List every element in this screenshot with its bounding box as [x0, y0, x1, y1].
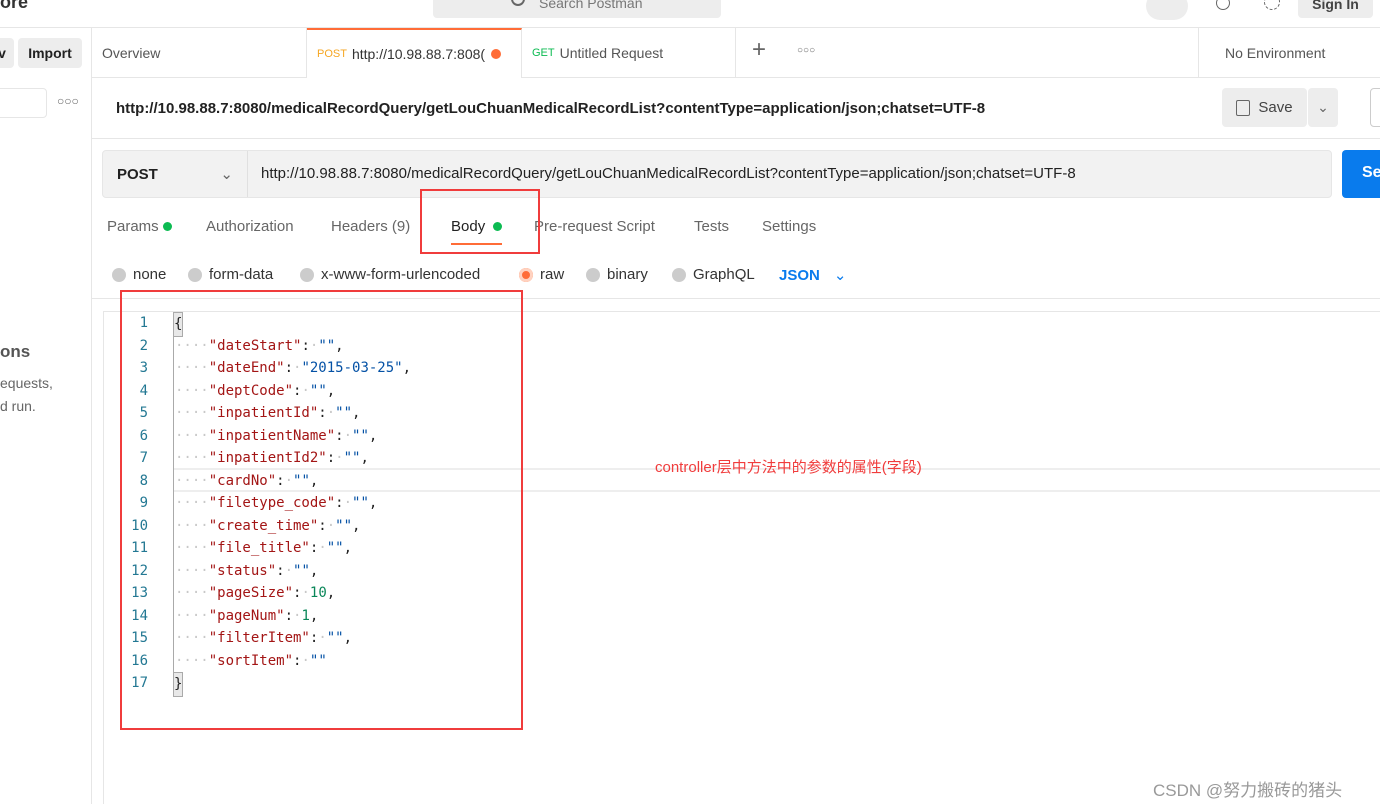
sidebar-filter-input[interactable]: [0, 88, 47, 118]
tab-pre-request-script[interactable]: Pre-request Script: [534, 218, 655, 235]
annotation-box-code: [120, 290, 523, 730]
more-tabs-icon[interactable]: ○○○: [797, 45, 815, 56]
tab-settings[interactable]: Settings: [762, 218, 816, 235]
tab-overview[interactable]: Overview: [92, 28, 307, 78]
url-input[interactable]: http://10.98.88.7:8080/medicalRecordQuer…: [261, 165, 1076, 182]
code-button[interactable]: [1370, 88, 1380, 127]
radio-form-data[interactable]: form-data: [188, 266, 273, 283]
save-dropdown-chevron-icon[interactable]: ⌄: [1308, 88, 1338, 127]
more-options-icon[interactable]: ○○○: [57, 94, 79, 108]
request-bar: POST ⌄ http://10.98.88.7:8080/medicalRec…: [102, 150, 1332, 198]
annotation-text: controller层中方法中的参数的属性(字段): [655, 459, 922, 476]
watermark: CSDN @努力搬砖的猪头: [1153, 781, 1343, 800]
tab-params[interactable]: Params: [107, 218, 172, 235]
radio-raw[interactable]: raw: [519, 266, 564, 283]
tab-bar: Overview POST http://10.98.88.7:808( GET…: [92, 28, 1380, 78]
sign-in-button[interactable]: Sign In: [1298, 0, 1373, 18]
request-header: http://10.98.88.7:8080/medicalRecordQuer…: [92, 78, 1380, 139]
tab-post-request[interactable]: POST http://10.98.88.7:808(: [307, 28, 522, 78]
moon-icon[interactable]: [1216, 0, 1230, 10]
chat-icon[interactable]: [1146, 0, 1188, 20]
unsaved-dot: [491, 49, 502, 59]
annotation-box-body: [420, 189, 540, 254]
chevron-down-icon: ⌄: [833, 267, 847, 284]
gear-icon[interactable]: [1264, 0, 1280, 10]
tab-headers[interactable]: Headers (9): [331, 218, 410, 235]
status-dot: [162, 222, 172, 231]
chevron-down-icon: ⌄: [220, 166, 233, 183]
radio-none[interactable]: none: [112, 266, 166, 283]
environment-select[interactable]: No Environment: [1198, 28, 1380, 78]
search-input[interactable]: Search Postman: [433, 0, 721, 18]
search-icon: [511, 0, 525, 6]
new-tab-plus-icon[interactable]: +: [752, 36, 766, 64]
body-format-select[interactable]: JSON ⌄: [779, 266, 847, 285]
import-button[interactable]: Import: [18, 38, 82, 68]
save-button[interactable]: Save: [1222, 88, 1307, 127]
radio-graphql[interactable]: GraphQL: [672, 266, 755, 283]
send-button[interactable]: Se: [1342, 150, 1380, 198]
tab-tests[interactable]: Tests: [694, 218, 729, 235]
tab-get-request[interactable]: GET Untitled Request: [522, 28, 736, 78]
workspace-title: ore: [0, 0, 29, 12]
radio-binary[interactable]: binary: [586, 266, 648, 283]
request-title[interactable]: http://10.98.88.7:8080/medicalRecordQuer…: [116, 100, 985, 117]
radio-x-www-form-urlencoded[interactable]: x-www-form-urlencoded: [300, 266, 480, 283]
tab-authorization[interactable]: Authorization: [206, 218, 294, 235]
new-button[interactable]: v: [0, 38, 14, 68]
save-icon: [1236, 99, 1251, 116]
top-bar: ore Search Postman Sign In: [0, 0, 1380, 28]
method-select[interactable]: POST ⌄: [103, 151, 248, 197]
